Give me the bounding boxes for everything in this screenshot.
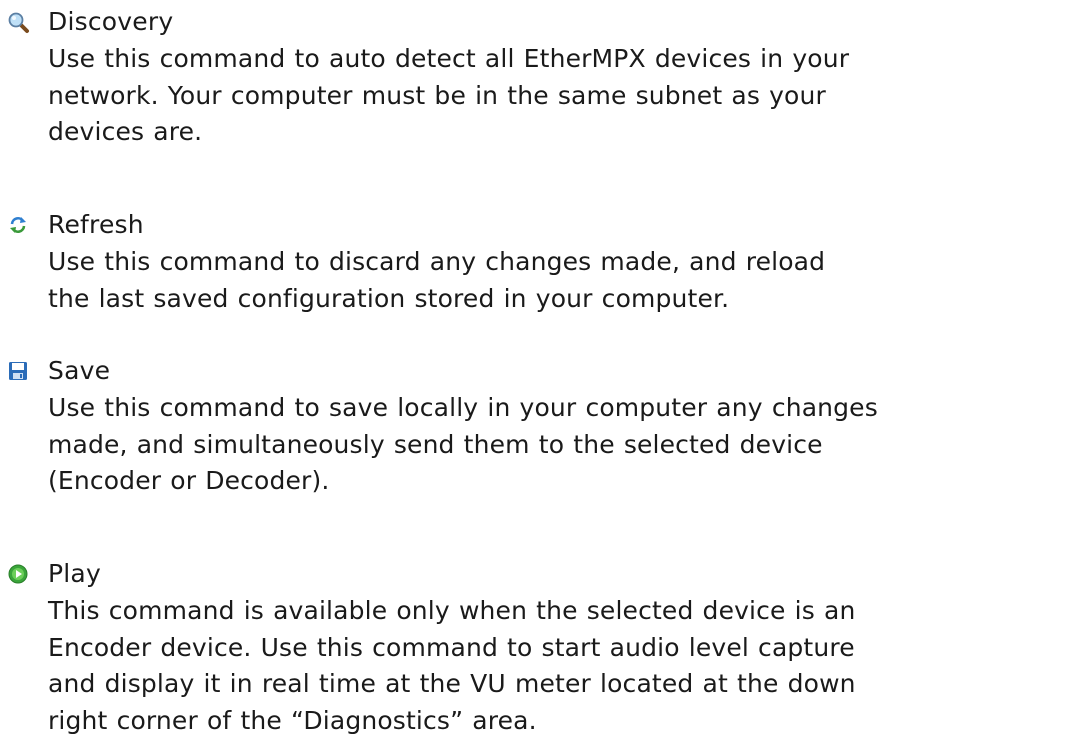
description-line: made, and simultaneously send them to th… [48,429,823,459]
command-description: Use this command to auto detect all Ethe… [48,41,1068,151]
command-title: Discovery [48,7,174,36]
description-line: and display it in real time at the VU me… [48,669,856,698]
description-line: Use this command to save locally in your… [48,393,878,422]
description-line: network. Your computer must be in the sa… [48,80,826,110]
floppy-disk-icon [8,361,28,381]
description-line: (Encoder or Decoder). [48,466,330,495]
description-line: Encoder device. Use this command to star… [48,632,855,662]
command-title: Refresh [48,210,144,239]
command-title: Save [48,356,111,385]
description-line: devices are. [48,117,203,146]
command-description: Use this command to save locally in your… [48,390,1068,500]
command-description: Use this command to discard any changes … [48,244,1068,317]
command-title: Play [48,559,101,588]
description-line: Use this command to auto detect all Ethe… [48,44,850,73]
play-icon [8,564,28,584]
refresh-icon [8,215,28,235]
command-description: This command is available only when the … [48,593,1068,739]
description-line: This command is available only when the … [48,596,856,625]
magnifier-icon [8,12,29,33]
description-line: right corner of the “Diagnostics” area. [48,705,537,735]
description-line: the last saved configuration stored in y… [48,283,730,313]
description-line: Use this command to discard any changes … [48,247,826,276]
